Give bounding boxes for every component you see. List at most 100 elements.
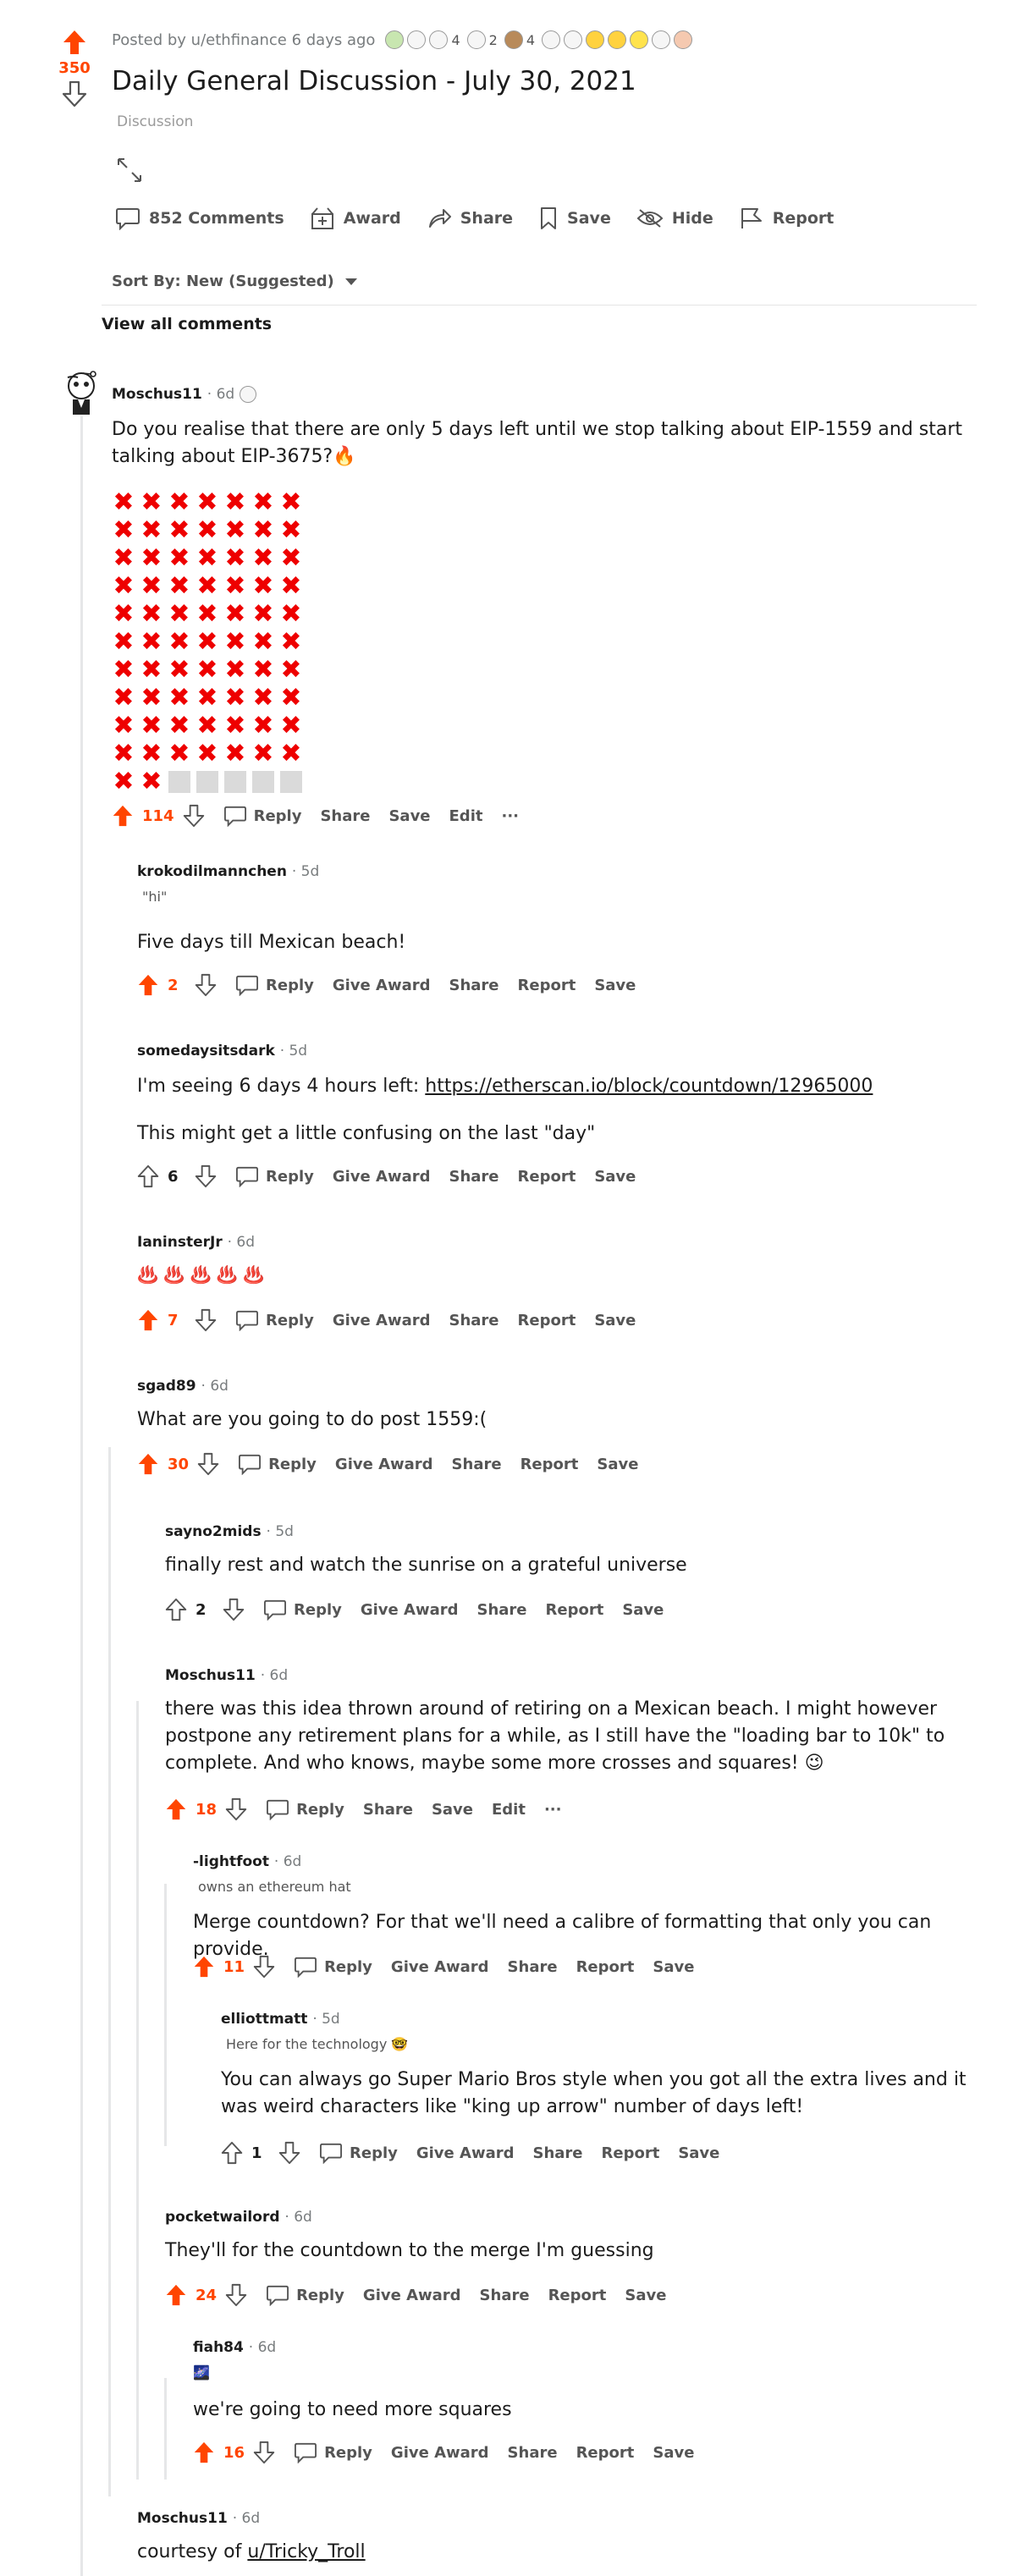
downvote-arrow-icon[interactable] [195, 1164, 217, 1188]
save-button[interactable]: Save [653, 2444, 694, 2462]
give-award-button[interactable]: Give Award [333, 977, 431, 994]
save-button[interactable]: Save [678, 2144, 719, 2162]
reply-button[interactable]: Reply [235, 1165, 314, 1187]
reply-button[interactable]: Reply [294, 2441, 372, 2463]
downvote-arrow-icon[interactable] [225, 1797, 247, 1821]
report-button[interactable]: Report [518, 977, 576, 994]
upvote-arrow-icon[interactable] [193, 1955, 215, 1979]
upvote-arrow-icon[interactable] [137, 1308, 159, 1332]
upvote-arrow-icon[interactable] [165, 1598, 187, 1621]
reply-button[interactable]: Reply [319, 2142, 398, 2164]
give-award-button[interactable]: Give Award [361, 1601, 459, 1619]
save-button[interactable]: Save [432, 1801, 473, 1819]
share-button[interactable]: Share [363, 1801, 413, 1819]
upvote-arrow-icon[interactable] [52, 29, 96, 56]
comment-author[interactable]: IaninsterJr · 6d [137, 1234, 255, 1251]
comments-button[interactable]: 852 Comments [115, 206, 284, 230]
downvote-arrow-icon[interactable] [197, 1452, 219, 1476]
comment-author[interactable]: Moschus11 · 6d [165, 1667, 288, 1684]
give-award-button[interactable]: Give Award [333, 1312, 431, 1329]
give-award-button[interactable]: Give Award [391, 2444, 489, 2462]
downvote-arrow-icon[interactable] [183, 804, 205, 828]
report-button[interactable]: Report [546, 1601, 604, 1619]
give-award-button[interactable]: Give Award [335, 1456, 433, 1473]
reply-button[interactable]: Reply [263, 1599, 342, 1621]
comment-author[interactable]: elliottmatt · 5d [221, 2011, 340, 2028]
save-button[interactable]: Save [597, 1456, 638, 1473]
report-button[interactable]: Report [602, 2144, 660, 2162]
comment-author[interactable]: pocketwailord · 6d [165, 2209, 312, 2226]
give-award-button[interactable]: Give Award [391, 1958, 489, 1976]
save-button[interactable]: Save [538, 206, 611, 230]
share-button[interactable]: Share [320, 807, 370, 825]
share-button[interactable]: Share [508, 1958, 558, 1976]
report-button[interactable]: Report [576, 1958, 635, 1976]
comment-author[interactable]: -lightfoot · 6d [193, 1853, 301, 1870]
comment-author[interactable]: somedaysitsdark · 5d [137, 1043, 307, 1060]
downvote-arrow-icon[interactable] [195, 1308, 217, 1332]
share-button[interactable]: Share [476, 1601, 526, 1619]
comment-author[interactable]: fiah84 · 6d [193, 2339, 276, 2356]
upvote-arrow-icon[interactable] [165, 1797, 187, 1821]
upvote-arrow-icon[interactable] [137, 1452, 159, 1476]
more-options-icon[interactable]: ··· [544, 1801, 562, 1819]
report-button[interactable]: Report [518, 1168, 576, 1186]
share-button[interactable]: Share [427, 206, 513, 230]
share-button[interactable]: Share [449, 1312, 498, 1329]
hide-button[interactable]: Hide [636, 206, 713, 230]
downvote-arrow-icon[interactable] [278, 2141, 300, 2165]
comment-author[interactable]: sayno2mids · 5d [165, 1523, 294, 1540]
comment-author[interactable]: sgad89 · 6d [137, 1378, 229, 1395]
reply-button[interactable]: Reply [266, 1798, 344, 1820]
upvote-arrow-icon[interactable] [137, 1164, 159, 1188]
upvote-arrow-icon[interactable] [193, 2441, 215, 2464]
save-button[interactable]: Save [653, 1958, 694, 1976]
comment-author[interactable]: Moschus11 · 6d [137, 2510, 260, 2527]
comment-author[interactable]: krokodilmannchen · 5d [137, 863, 319, 880]
upvote-arrow-icon[interactable] [221, 2141, 243, 2165]
expand-icon[interactable] [115, 156, 144, 184]
save-button[interactable]: Save [625, 2287, 666, 2304]
sort-dropdown[interactable]: Sort By: New (Suggested) [112, 272, 358, 290]
upvote-arrow-icon[interactable] [112, 804, 134, 828]
comment-author[interactable]: Moschus11 · 6d [112, 386, 257, 403]
downvote-arrow-icon[interactable] [195, 973, 217, 997]
share-button[interactable]: Share [508, 2444, 558, 2462]
give-award-button[interactable]: Give Award [333, 1168, 431, 1186]
downvote-arrow-icon[interactable] [253, 2441, 275, 2464]
reply-button[interactable]: Reply [235, 974, 314, 996]
reply-button[interactable]: Reply [223, 805, 301, 827]
give-award-button[interactable]: Give Award [416, 2144, 515, 2162]
post-title[interactable]: Daily General Discussion - July 30, 2021 [112, 66, 636, 96]
view-all-comments-link[interactable]: View all comments [102, 315, 272, 333]
countdown-link[interactable]: https://etherscan.io/block/countdown/129… [425, 1076, 873, 1097]
report-button[interactable]: Report [518, 1312, 576, 1329]
share-button[interactable]: Share [449, 1168, 498, 1186]
save-button[interactable]: Save [594, 1312, 636, 1329]
report-button[interactable]: Report [548, 2287, 607, 2304]
report-button[interactable]: Report [576, 2444, 635, 2462]
user-mention-link[interactable]: u/Tricky_Troll [247, 2541, 365, 2562]
downvote-arrow-icon[interactable] [225, 2283, 247, 2307]
downvote-arrow-icon[interactable] [52, 80, 96, 107]
reply-button[interactable]: Reply [266, 2284, 344, 2306]
reply-button[interactable]: Reply [294, 1956, 372, 1978]
downvote-arrow-icon[interactable] [253, 1955, 275, 1979]
save-button[interactable]: Save [594, 977, 636, 994]
give-award-button[interactable]: Give Award [363, 2287, 461, 2304]
report-button[interactable]: Report [521, 1456, 579, 1473]
report-button[interactable]: Report [739, 206, 834, 230]
post-flair[interactable]: Discussion [117, 113, 193, 130]
save-button[interactable]: Save [594, 1168, 636, 1186]
share-button[interactable]: Share [480, 2287, 530, 2304]
reply-button[interactable]: Reply [235, 1309, 314, 1331]
downvote-arrow-icon[interactable] [223, 1598, 245, 1621]
share-button[interactable]: Share [449, 977, 498, 994]
awards-row[interactable]: 4 2 4 [385, 30, 692, 49]
award-button[interactable]: Award [310, 206, 401, 230]
reply-button[interactable]: Reply [238, 1453, 317, 1475]
save-button[interactable]: Save [622, 1601, 664, 1619]
posted-by-text[interactable]: Posted by u/ethfinance 6 days ago [112, 31, 375, 49]
share-button[interactable]: Share [452, 1456, 502, 1473]
save-button[interactable]: Save [388, 807, 430, 825]
